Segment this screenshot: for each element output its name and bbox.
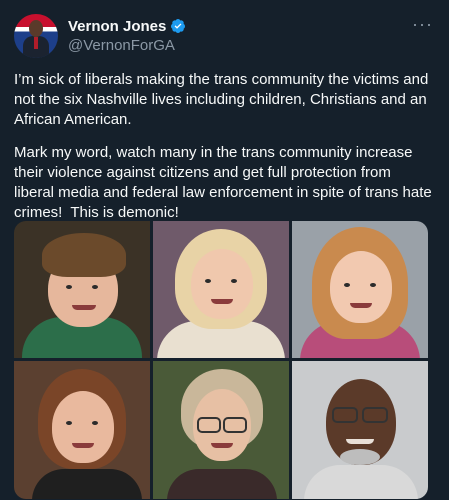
woman-photo-1[interactable] xyxy=(14,361,150,499)
face xyxy=(330,251,392,323)
beard xyxy=(340,449,380,465)
woman-photo-2[interactable] xyxy=(153,361,289,499)
eye xyxy=(344,283,350,287)
shirt xyxy=(167,469,277,499)
boy-photo[interactable] xyxy=(14,221,150,358)
author-handle[interactable]: @VernonForGA xyxy=(68,37,175,54)
smile xyxy=(346,439,374,444)
mouth xyxy=(211,299,233,304)
man-photo[interactable] xyxy=(292,361,428,499)
avatar-tie xyxy=(34,37,38,49)
mouth xyxy=(72,305,96,310)
media-grid xyxy=(14,221,428,499)
author-name[interactable]: Vernon Jones xyxy=(68,18,166,35)
eye xyxy=(92,285,98,289)
more-icon[interactable]: ··· xyxy=(412,14,433,35)
girl-photo-1[interactable] xyxy=(153,221,289,358)
author-row: Vernon Jones xyxy=(68,16,186,36)
mouth xyxy=(211,443,233,448)
shirt xyxy=(32,469,142,499)
glasses-left xyxy=(332,407,358,423)
girl-photo-2[interactable] xyxy=(292,221,428,358)
eye xyxy=(66,421,72,425)
face xyxy=(52,391,114,463)
tweet-paragraph-1: I’m sick of liberals making the trans co… xyxy=(14,71,433,128)
avatar-face xyxy=(29,20,43,37)
tweet-paragraph-2: Mark my word, watch many in the trans co… xyxy=(14,144,436,221)
eye xyxy=(370,283,376,287)
face xyxy=(191,249,253,319)
eye xyxy=(66,285,72,289)
shirt xyxy=(304,465,418,499)
mouth xyxy=(350,303,372,308)
avatar[interactable] xyxy=(14,14,58,58)
eye xyxy=(205,279,211,283)
verified-badge-icon xyxy=(171,19,186,33)
glasses-right xyxy=(362,407,388,423)
glasses-left xyxy=(197,417,221,433)
tweet: Vernon Jones @VernonForGA ··· I’m sick o… xyxy=(0,0,449,500)
mouth xyxy=(72,443,94,448)
glasses-right xyxy=(223,417,247,433)
eye xyxy=(92,421,98,425)
eye xyxy=(231,279,237,283)
hair xyxy=(42,233,126,277)
